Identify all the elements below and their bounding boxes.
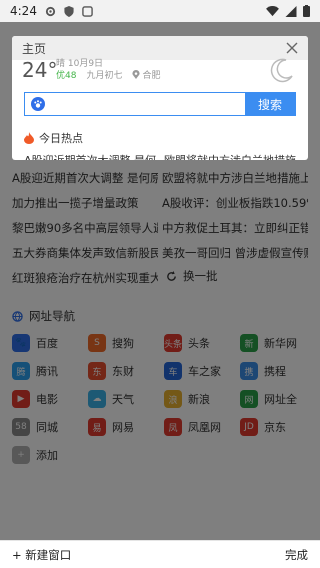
lunar-date: 九月初七	[86, 71, 123, 81]
hot-topics-label: 今日热点	[39, 132, 83, 145]
news-item[interactable]: 欧盟将就中方涉白兰地措施上	[164, 152, 296, 160]
done-button[interactable]: 完成	[285, 547, 308, 563]
temperature: 24°	[22, 58, 58, 82]
search-input[interactable]	[25, 93, 245, 115]
location-label: 合肥	[142, 71, 161, 81]
signal-icon	[285, 5, 297, 17]
weather-widget[interactable]: 24° 晴 10月9日 优48 九月初七 合肥	[12, 58, 308, 92]
search-bar[interactable]: 搜索	[24, 92, 296, 116]
shield-icon	[64, 5, 74, 17]
baidu-paw-icon	[31, 97, 45, 111]
battery-icon	[303, 5, 310, 17]
moon-icon	[270, 58, 293, 83]
status-time: 4:24	[10, 4, 37, 18]
settings-icon	[45, 6, 56, 16]
news-item[interactable]: A股迎近期首次大调整 是何原	[24, 152, 156, 160]
card-title: 主页	[22, 41, 47, 56]
window-card[interactable]: 主页 24° 晴 10月9日 优48 九月初七 合肥 搜索 今日热点 A股迎近期…	[12, 36, 308, 160]
notification-icon	[82, 5, 93, 17]
location-pin-icon	[132, 70, 141, 79]
bottom-bar: + 新建窗口 完成	[0, 540, 320, 568]
new-window-button[interactable]: + 新建窗口	[12, 547, 71, 563]
status-bar: 4:24	[0, 0, 320, 22]
search-button[interactable]: 搜索	[245, 93, 295, 115]
flame-icon	[24, 132, 34, 144]
card-news-row[interactable]: A股迎近期首次大调整 是何原 欧盟将就中方涉白兰地措施上	[24, 152, 296, 160]
close-icon[interactable]	[286, 42, 298, 54]
aqi-badge: 优48	[56, 71, 77, 81]
hot-topics-header[interactable]: 今日热点	[24, 130, 83, 146]
wifi-icon	[266, 5, 279, 16]
